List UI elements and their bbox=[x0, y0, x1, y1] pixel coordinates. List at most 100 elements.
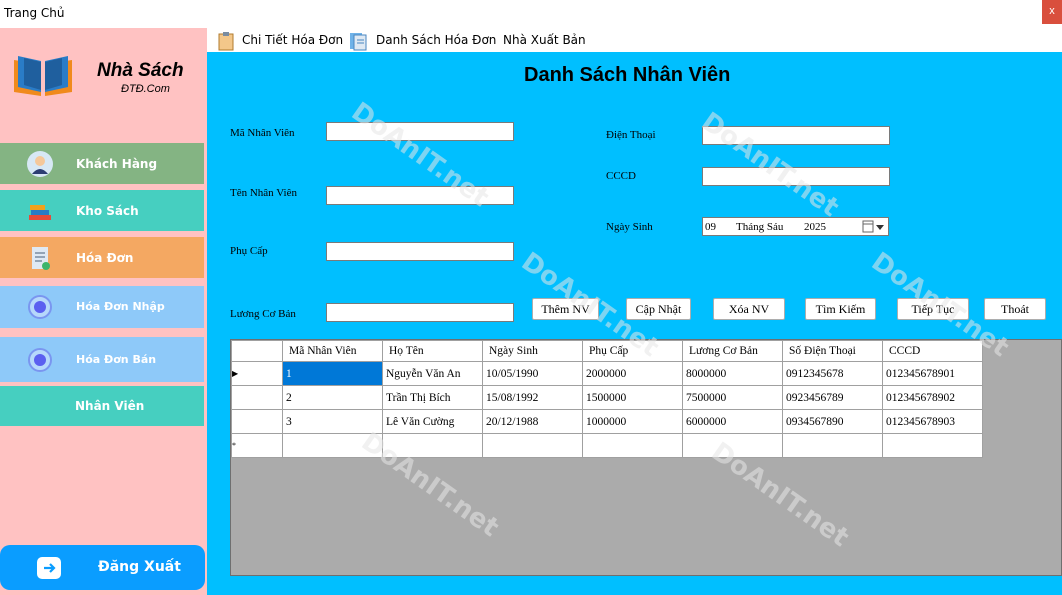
table-cell[interactable]: 012345678903 bbox=[882, 409, 983, 434]
clipboard-icon bbox=[218, 32, 234, 51]
table-header-row: Mã Nhân Viên Họ Tên Ngày Sinh Phụ Cấp Lư… bbox=[231, 340, 983, 362]
invoice-icon bbox=[32, 247, 50, 270]
table-cell[interactable]: 7500000 bbox=[682, 385, 783, 410]
table-cell[interactable]: 012345678902 bbox=[882, 385, 983, 410]
table-cell[interactable]: 6000000 bbox=[682, 409, 783, 434]
table-cell[interactable]: 0912345678 bbox=[782, 361, 883, 386]
table-cell[interactable]: 8000000 bbox=[682, 361, 783, 386]
book-logo-icon bbox=[14, 56, 72, 96]
table-cell[interactable]: 1 bbox=[282, 361, 383, 386]
column-header[interactable]: Ngày Sinh bbox=[482, 340, 583, 362]
table-cell[interactable] bbox=[882, 433, 983, 458]
table-cell[interactable]: Nguyễn Văn An bbox=[382, 361, 483, 386]
menu-nha-xuat-ban[interactable]: Nhà Xuất Bản bbox=[503, 33, 586, 47]
phu-cap-label: Phụ Cấp bbox=[230, 245, 268, 257]
page-title: Danh Sách Nhân Viên bbox=[524, 64, 731, 86]
sidebar-item-label: Khách Hàng bbox=[76, 157, 158, 171]
employee-table: Mã Nhân Viên Họ Tên Ngày Sinh Phụ Cấp Lư… bbox=[231, 340, 983, 458]
sidebar-item-hoa-don-nhap[interactable]: Hóa Đơn Nhập bbox=[0, 286, 204, 328]
row-header[interactable] bbox=[231, 409, 283, 434]
new-row[interactable]: * bbox=[231, 433, 983, 458]
table-cell[interactable]: 10/05/1990 bbox=[482, 361, 583, 386]
table-cell[interactable]: 2000000 bbox=[582, 361, 683, 386]
date-day: 09 bbox=[705, 221, 716, 233]
table-cell[interactable]: 20/12/1988 bbox=[482, 409, 583, 434]
table-cell[interactable] bbox=[482, 433, 583, 458]
table-cell[interactable] bbox=[582, 433, 683, 458]
ma-nhan-vien-label: Mã Nhân Viên bbox=[230, 127, 295, 139]
table-cell[interactable]: 0923456789 bbox=[782, 385, 883, 410]
dien-thoai-label: Điện Thoại bbox=[606, 129, 656, 141]
sidebar-item-label: Hóa Đơn Bán bbox=[76, 353, 157, 366]
column-header[interactable]: Phụ Cấp bbox=[582, 340, 683, 362]
luong-co-ban-label: Lương Cơ Bản bbox=[230, 308, 296, 320]
sidebar-item-khach-hang[interactable]: Khách Hàng bbox=[0, 143, 204, 184]
row-header-corner bbox=[231, 340, 283, 362]
table-cell[interactable]: 1500000 bbox=[582, 385, 683, 410]
sidebar-item-label: Kho Sách bbox=[76, 204, 139, 218]
cap-nhat-button[interactable]: Cập Nhật bbox=[626, 298, 691, 320]
title-bar: Trang Chủ x bbox=[0, 0, 1062, 28]
table-cell[interactable]: 1000000 bbox=[582, 409, 683, 434]
logout-button[interactable]: Đăng Xuất bbox=[0, 545, 205, 590]
menu-chi-tiet-hoa-don[interactable]: Chi Tiết Hóa Đơn bbox=[242, 33, 343, 47]
table-cell[interactable]: 2 bbox=[282, 385, 383, 410]
calendar-dropdown-icon[interactable] bbox=[862, 220, 886, 234]
tiep-tuc-button[interactable]: Tiếp Tục bbox=[897, 298, 969, 320]
radio-circle-icon bbox=[28, 295, 52, 319]
document-list-icon bbox=[350, 33, 367, 51]
new-row-marker[interactable]: * bbox=[231, 433, 283, 458]
column-header[interactable]: CCCD bbox=[882, 340, 983, 362]
table-cell[interactable]: 3 bbox=[282, 409, 383, 434]
table-cell[interactable]: 0934567890 bbox=[782, 409, 883, 434]
sidebar-item-label: Nhân Viên bbox=[75, 399, 145, 413]
ma-nhan-vien-input[interactable] bbox=[326, 122, 514, 141]
sidebar-item-hoa-don-ban[interactable]: Hóa Đơn Bán bbox=[0, 337, 204, 382]
sidebar-item-kho-sach[interactable]: Kho Sách bbox=[0, 190, 204, 231]
sidebar-item-label: Hóa Đơn bbox=[76, 251, 134, 265]
ngay-sinh-label: Ngày Sinh bbox=[606, 221, 653, 233]
current-row-marker[interactable]: ▶ bbox=[231, 361, 283, 386]
logout-icon bbox=[37, 557, 61, 579]
column-header[interactable]: Lương Cơ Bản bbox=[682, 340, 783, 362]
books-stack-icon bbox=[29, 205, 51, 220]
sidebar-item-hoa-don[interactable]: Hóa Đơn bbox=[0, 237, 204, 278]
table-cell[interactable]: 012345678901 bbox=[882, 361, 983, 386]
employee-grid[interactable]: Mã Nhân Viên Họ Tên Ngày Sinh Phụ Cấp Lư… bbox=[230, 339, 1062, 576]
close-button[interactable]: x bbox=[1042, 0, 1062, 24]
table-row[interactable]: ▶ 1 Nguyễn Văn An 10/05/1990 2000000 800… bbox=[231, 361, 983, 386]
ten-nhan-vien-label: Tên Nhân Viên bbox=[230, 187, 297, 199]
luong-co-ban-input[interactable] bbox=[326, 303, 514, 322]
table-cell[interactable] bbox=[682, 433, 783, 458]
cccd-label: CCCD bbox=[606, 170, 636, 182]
column-header[interactable]: Số Điện Thoại bbox=[782, 340, 883, 362]
table-cell[interactable]: 15/08/1992 bbox=[482, 385, 583, 410]
phu-cap-input[interactable] bbox=[326, 242, 514, 261]
dien-thoai-input[interactable] bbox=[702, 126, 890, 145]
menu-danh-sach-hoa-don[interactable]: Danh Sách Hóa Đơn bbox=[376, 33, 496, 47]
table-cell[interactable]: Trần Thị Bích bbox=[382, 385, 483, 410]
table-cell[interactable]: Lê Văn Cường bbox=[382, 409, 483, 434]
ngay-sinh-datepicker[interactable]: 09 Tháng Sáu 2025 bbox=[702, 217, 889, 236]
tim-kiem-button[interactable]: Tìm Kiếm bbox=[805, 298, 876, 320]
row-header[interactable] bbox=[231, 385, 283, 410]
them-nv-button[interactable]: Thêm NV bbox=[532, 298, 599, 320]
table-cell[interactable] bbox=[382, 433, 483, 458]
cccd-input[interactable] bbox=[702, 167, 890, 186]
main-panel: Danh Sách Nhân Viên Mã Nhân Viên Tên Nhâ… bbox=[207, 52, 1062, 595]
brand-name: Nhà Sách bbox=[97, 60, 184, 81]
sidebar-item-nhan-vien[interactable]: Nhân Viên bbox=[0, 386, 204, 426]
ten-nhan-vien-input[interactable] bbox=[326, 186, 514, 205]
sidebar-item-label: Hóa Đơn Nhập bbox=[76, 300, 165, 313]
customer-avatar-icon bbox=[27, 151, 53, 177]
table-row[interactable]: 3 Lê Văn Cường 20/12/1988 1000000 600000… bbox=[231, 409, 983, 434]
brand-subtitle: ĐTĐ.Com bbox=[121, 83, 170, 95]
xoa-nv-button[interactable]: Xóa NV bbox=[713, 298, 785, 320]
thoat-button[interactable]: Thoát bbox=[984, 298, 1046, 320]
table-cell[interactable] bbox=[782, 433, 883, 458]
table-cell[interactable] bbox=[282, 433, 383, 458]
sidebar: Nhà Sách ĐTĐ.Com Khách Hàng Kho Sách Hóa… bbox=[0, 28, 207, 595]
column-header[interactable]: Họ Tên bbox=[382, 340, 483, 362]
column-header[interactable]: Mã Nhân Viên bbox=[282, 340, 383, 362]
table-row[interactable]: 2 Trần Thị Bích 15/08/1992 1500000 75000… bbox=[231, 385, 983, 410]
